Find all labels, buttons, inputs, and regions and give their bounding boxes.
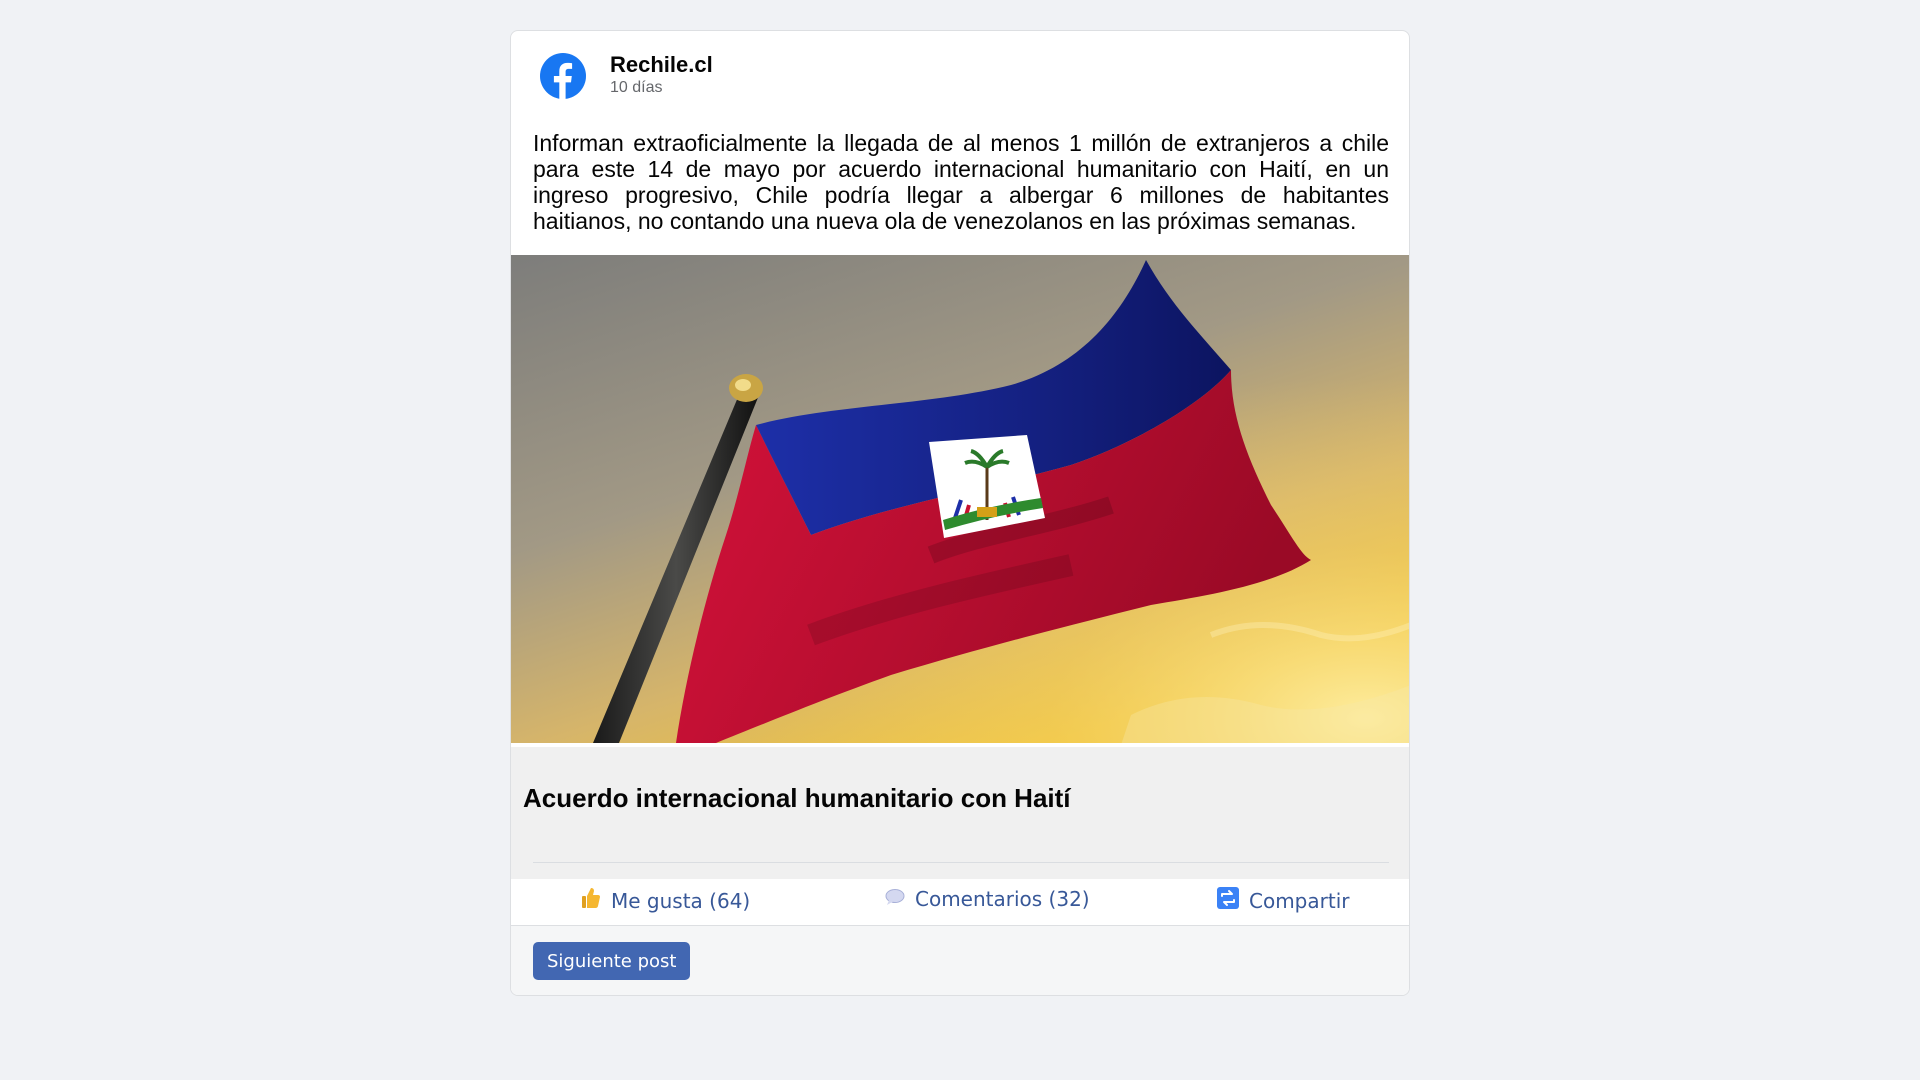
like-label: Me gusta (64) <box>611 888 751 913</box>
share-icon <box>1217 887 1239 914</box>
divider <box>533 862 1389 863</box>
speech-bubble-icon <box>885 888 905 911</box>
post-footer: Siguiente post <box>511 925 1409 995</box>
header-text: Rechile.cl 10 días <box>610 52 713 98</box>
next-post-button[interactable]: Siguiente post <box>533 942 691 980</box>
comment-button[interactable]: Comentarios (32) <box>885 887 1090 911</box>
post-header: Rechile.cl 10 días <box>540 52 713 99</box>
link-preview[interactable]: Acuerdo internacional humanitario con Ha… <box>511 747 1409 879</box>
post-card: Rechile.cl 10 días Informan extraoficial… <box>510 30 1410 996</box>
post-text: Informan extraoficialmente la llegada de… <box>533 130 1389 234</box>
post-image[interactable] <box>511 255 1409 743</box>
facebook-logo-icon[interactable] <box>540 53 586 99</box>
post-actions: Me gusta (64) Comentarios (32) Compartir <box>511 879 1409 925</box>
like-button[interactable]: Me gusta (64) <box>581 887 750 914</box>
post-timestamp[interactable]: 10 días <box>610 78 713 98</box>
comment-label: Comentarios (32) <box>915 887 1090 911</box>
haiti-flag-image <box>511 255 1409 743</box>
thumbs-up-icon <box>581 887 601 914</box>
author-name[interactable]: Rechile.cl <box>610 52 713 78</box>
share-label: Compartir <box>1249 888 1350 913</box>
link-title[interactable]: Acuerdo internacional humanitario con Ha… <box>523 783 1071 814</box>
share-button[interactable]: Compartir <box>1217 887 1349 914</box>
